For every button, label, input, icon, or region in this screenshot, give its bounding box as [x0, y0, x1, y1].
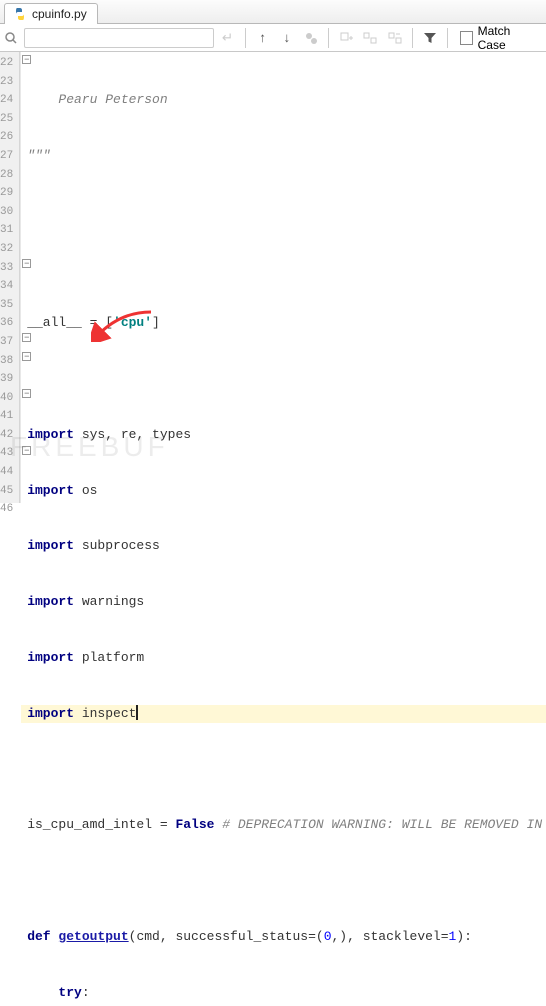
module-list: sys, re, types [82, 427, 191, 442]
docstring-text: Pearu Peterson [27, 92, 167, 107]
keyword: False [175, 817, 214, 832]
checkbox-icon [460, 31, 473, 45]
line-number: 41 [0, 407, 19, 426]
code-text: (cmd, successful_status=( [129, 929, 324, 944]
line-number: 23 [0, 73, 19, 92]
line-number: 33 [0, 259, 19, 278]
line-number: 37 [0, 333, 19, 352]
line-number: 39 [0, 370, 19, 389]
tab-bar: cpuinfo.py [0, 0, 546, 24]
docstring-end: """ [27, 148, 50, 163]
line-number: 43 [0, 444, 19, 463]
separator [447, 28, 448, 48]
line-number: 31 [0, 221, 19, 240]
keyword: try [58, 985, 81, 1000]
line-number: 28 [0, 166, 19, 185]
match-case-label: Match Case [478, 24, 536, 52]
comment: # DEPRECATION WARNING: WILL BE REMOVED I… [222, 817, 546, 832]
line-number: 29 [0, 184, 19, 203]
line-number: 26 [0, 128, 19, 147]
match-case-toggle[interactable]: Match Case [454, 24, 542, 52]
line-number-gutter: 2223242526272829303132333435363738394041… [0, 52, 20, 503]
remove-occurrence-icon[interactable] [383, 27, 405, 49]
editor: 2223242526272829303132333435363738394041… [0, 52, 546, 503]
separator [412, 28, 413, 48]
module: warnings [82, 594, 144, 609]
separator [328, 28, 329, 48]
line-number: 38 [0, 352, 19, 371]
line-number: 45 [0, 482, 19, 501]
code-text: __all__ = [ [27, 315, 113, 330]
keyword: def [27, 929, 50, 944]
code-text: is_cpu_amd_intel = [27, 817, 175, 832]
code-text: : [82, 985, 90, 1000]
module: os [82, 483, 98, 498]
search-icon [4, 31, 22, 45]
select-all-icon[interactable] [300, 27, 322, 49]
function-name: getoutput [58, 929, 128, 944]
module: platform [82, 650, 144, 665]
prev-match-button[interactable]: ↑ [252, 27, 274, 49]
keyword: import [27, 427, 74, 442]
number: 1 [449, 929, 457, 944]
module: subprocess [82, 538, 160, 553]
search-input[interactable] [24, 28, 214, 48]
keyword: import [27, 650, 74, 665]
line-number: 46 [0, 500, 19, 519]
code-text: ] [152, 315, 160, 330]
number: 0 [324, 929, 332, 944]
python-file-icon [13, 7, 27, 21]
next-match-button[interactable]: ↓ [276, 27, 298, 49]
separator [245, 28, 246, 48]
keyword: import [27, 483, 74, 498]
text-cursor [136, 705, 138, 720]
file-tab-cpuinfo[interactable]: cpuinfo.py [4, 3, 98, 24]
line-number: 34 [0, 277, 19, 296]
line-number: 32 [0, 240, 19, 259]
keyword: import [27, 538, 74, 553]
line-number: 35 [0, 296, 19, 315]
line-number: 40 [0, 389, 19, 408]
module: inspect [82, 706, 137, 721]
line-number: 27 [0, 147, 19, 166]
line-number: 42 [0, 426, 19, 445]
line-number: 30 [0, 203, 19, 222]
line-number: 44 [0, 463, 19, 482]
tab-label: cpuinfo.py [32, 7, 87, 21]
line-number: 36 [0, 314, 19, 333]
select-all-occurrences-icon[interactable] [359, 27, 381, 49]
keyword: import [27, 594, 74, 609]
line-number: 24 [0, 91, 19, 110]
find-toolbar: ↵ ↑ ↓ Match Case [0, 24, 546, 52]
enter-icon[interactable]: ↵ [216, 27, 238, 49]
add-selection-icon[interactable] [335, 27, 357, 49]
line-number: 22 [0, 54, 19, 73]
string-literal: 'cpu' [113, 315, 152, 330]
code-text: ,), stacklevel= [332, 929, 449, 944]
keyword: import [27, 706, 74, 721]
line-number: 25 [0, 110, 19, 129]
code-area[interactable]: Pearu Peterson """ __all__ = ['cpu'] imp… [21, 52, 546, 503]
code-text: ): [456, 929, 472, 944]
filter-icon[interactable] [419, 27, 441, 49]
